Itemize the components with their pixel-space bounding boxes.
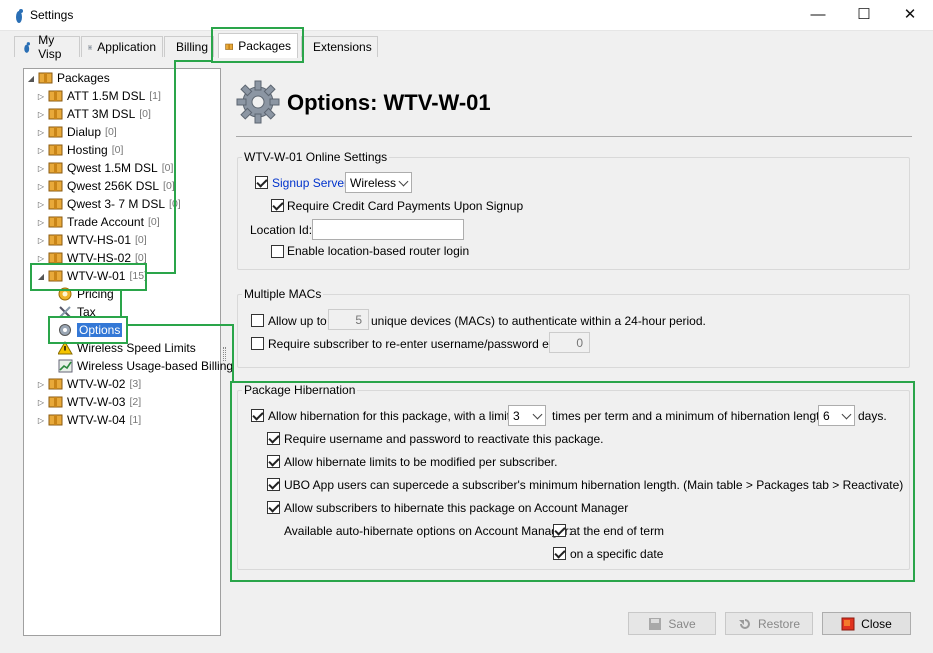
package-icon — [48, 90, 63, 102]
connector-line — [174, 60, 212, 62]
package-icon — [48, 144, 63, 156]
signup-server-select[interactable]: Wireless — [345, 172, 412, 193]
expand-icon[interactable]: ▷ — [36, 110, 46, 119]
group-title: Multiple MACs — [242, 287, 324, 301]
expand-icon[interactable]: ▷ — [36, 380, 46, 389]
package-icon — [48, 378, 63, 390]
connector-line — [145, 272, 176, 274]
tree-item-package[interactable]: ▷ Dialup [0] — [36, 123, 117, 141]
connector-line — [126, 324, 234, 326]
location-id-label: Location Id: — [250, 223, 313, 237]
page-title: Options: WTV-W-01 — [287, 90, 491, 115]
tree-item-package[interactable]: ▷ WTV-W-04 [1] — [36, 411, 141, 429]
multiple-macs-group: Multiple MACs Allow up to 5 unique devic… — [237, 287, 910, 368]
tab-application[interactable]: Application — [81, 36, 163, 57]
location-router-checkbox[interactable] — [271, 245, 284, 258]
package-icon — [48, 180, 63, 192]
package-icon — [48, 234, 63, 246]
title-bar: Settings — ☐ ✕ — [0, 0, 933, 31]
expand-icon[interactable]: ▷ — [36, 236, 46, 245]
tab-billing[interactable]: Billing — [164, 36, 214, 57]
usage-chart-icon — [58, 359, 73, 373]
tree-item-package[interactable]: ▷Qwest 3- 7 M DSL[0] — [36, 195, 181, 213]
close-red-icon — [841, 617, 855, 630]
expand-icon[interactable]: ▷ — [36, 254, 46, 263]
connector-line — [120, 290, 122, 317]
allow-macs-prefix: Allow up to — [268, 314, 327, 328]
connector-line — [174, 60, 176, 273]
options-gear-icon — [236, 80, 280, 124]
tree-item-package[interactable]: ▷ Hosting [0] — [36, 141, 123, 159]
tree-item-wireless-usage-based-billing[interactable]: Wireless Usage-based Billing — [58, 357, 233, 375]
restore-icon — [738, 618, 750, 629]
tree-item-package[interactable]: ▷ Trade Account [0] — [36, 213, 160, 231]
online-settings-group: WTV-W-01 Online Settings Signup Server: … — [237, 150, 910, 270]
expand-icon[interactable]: ▷ — [36, 146, 46, 155]
location-id-input[interactable] — [312, 219, 464, 240]
tab-extensions[interactable]: Extensions — [301, 36, 378, 57]
package-tree[interactable]: ◢ Packages ▷ ATT 1.5M DSL [1] ▷ ATT 3M DSL [0… — [23, 68, 233, 636]
expand-icon[interactable]: ▷ — [36, 200, 46, 209]
tree-item-package[interactable]: ▷ Qwest 1.5M DSL [0] — [36, 159, 173, 177]
tree-item-package[interactable]: ▷ WTV-W-02 [3] — [36, 375, 141, 393]
require-cc-label: Require Credit Card Payments Upon Signup — [287, 199, 524, 213]
tree-item-package[interactable]: ▷ ATT 1.5M DSL [1] — [36, 87, 161, 105]
package-icon — [48, 108, 63, 120]
visp-icon — [24, 41, 30, 53]
divider — [236, 136, 912, 137]
expand-icon[interactable]: ▷ — [36, 92, 46, 101]
package-icon — [38, 72, 53, 84]
tree-item-package[interactable]: ▷ WTV-HS-01 [0] — [36, 231, 147, 249]
save-button[interactable]: Save — [628, 612, 716, 635]
package-icon — [48, 396, 63, 408]
expand-icon[interactable]: ▷ — [36, 182, 46, 191]
highlight-hibernation — [230, 381, 915, 582]
maximize-button[interactable]: ☐ — [841, 0, 887, 31]
application-gear-icon — [88, 45, 93, 49]
tree-item-package[interactable]: ▷ Qwest 256K DSL [0] — [36, 177, 175, 195]
reenter-count-input[interactable]: 0 — [549, 332, 590, 353]
mac-count-input[interactable]: 5 — [328, 309, 369, 330]
highlight-wtv-w-01 — [30, 263, 147, 291]
tab-my-visp[interactable]: My Visp — [14, 33, 80, 61]
signup-server-checkbox[interactable] — [255, 176, 268, 189]
tree-item-package[interactable]: ▷ ATT 3M DSL [0] — [36, 105, 151, 123]
app-icon — [16, 9, 23, 23]
highlight-packages-tab — [211, 27, 304, 63]
chevron-down-icon — [398, 176, 409, 187]
expand-icon[interactable]: ▷ — [36, 164, 46, 173]
restore-button[interactable]: Restore — [725, 612, 813, 635]
package-icon — [48, 216, 63, 228]
expand-icon[interactable]: ▷ — [36, 218, 46, 227]
splitter-handle[interactable] — [223, 347, 226, 361]
close-window-button[interactable]: ✕ — [887, 0, 933, 31]
tree-root-packages[interactable]: ◢ Packages — [26, 69, 110, 87]
package-icon — [48, 414, 63, 426]
package-icon — [48, 198, 63, 210]
allow-macs-checkbox[interactable] — [251, 314, 264, 327]
minimize-button[interactable]: — — [795, 0, 841, 31]
save-icon — [649, 617, 662, 630]
close-button[interactable]: Close — [822, 612, 911, 635]
collapse-icon[interactable]: ◢ — [26, 74, 36, 83]
tree-item-package[interactable]: ▷ WTV-W-03 [2] — [36, 393, 141, 411]
expand-icon[interactable]: ▷ — [36, 416, 46, 425]
reenter-checkbox[interactable] — [251, 337, 264, 350]
location-router-label: Enable location-based router login — [287, 244, 470, 258]
package-icon — [48, 162, 63, 174]
window-title: Settings — [30, 8, 74, 22]
signup-server-link[interactable]: Signup Server: — [272, 176, 351, 190]
allow-macs-suffix: unique devices (MACs) to authenticate wi… — [371, 314, 706, 328]
require-cc-checkbox[interactable] — [271, 199, 284, 212]
reenter-label: Require subscriber to re-enter username/… — [268, 337, 572, 351]
group-title: WTV-W-01 Online Settings — [242, 150, 390, 164]
highlight-options — [48, 316, 128, 344]
expand-icon[interactable]: ▷ — [36, 128, 46, 137]
expand-icon[interactable]: ▷ — [36, 398, 46, 407]
package-icon — [48, 126, 63, 138]
connector-line — [232, 324, 234, 382]
